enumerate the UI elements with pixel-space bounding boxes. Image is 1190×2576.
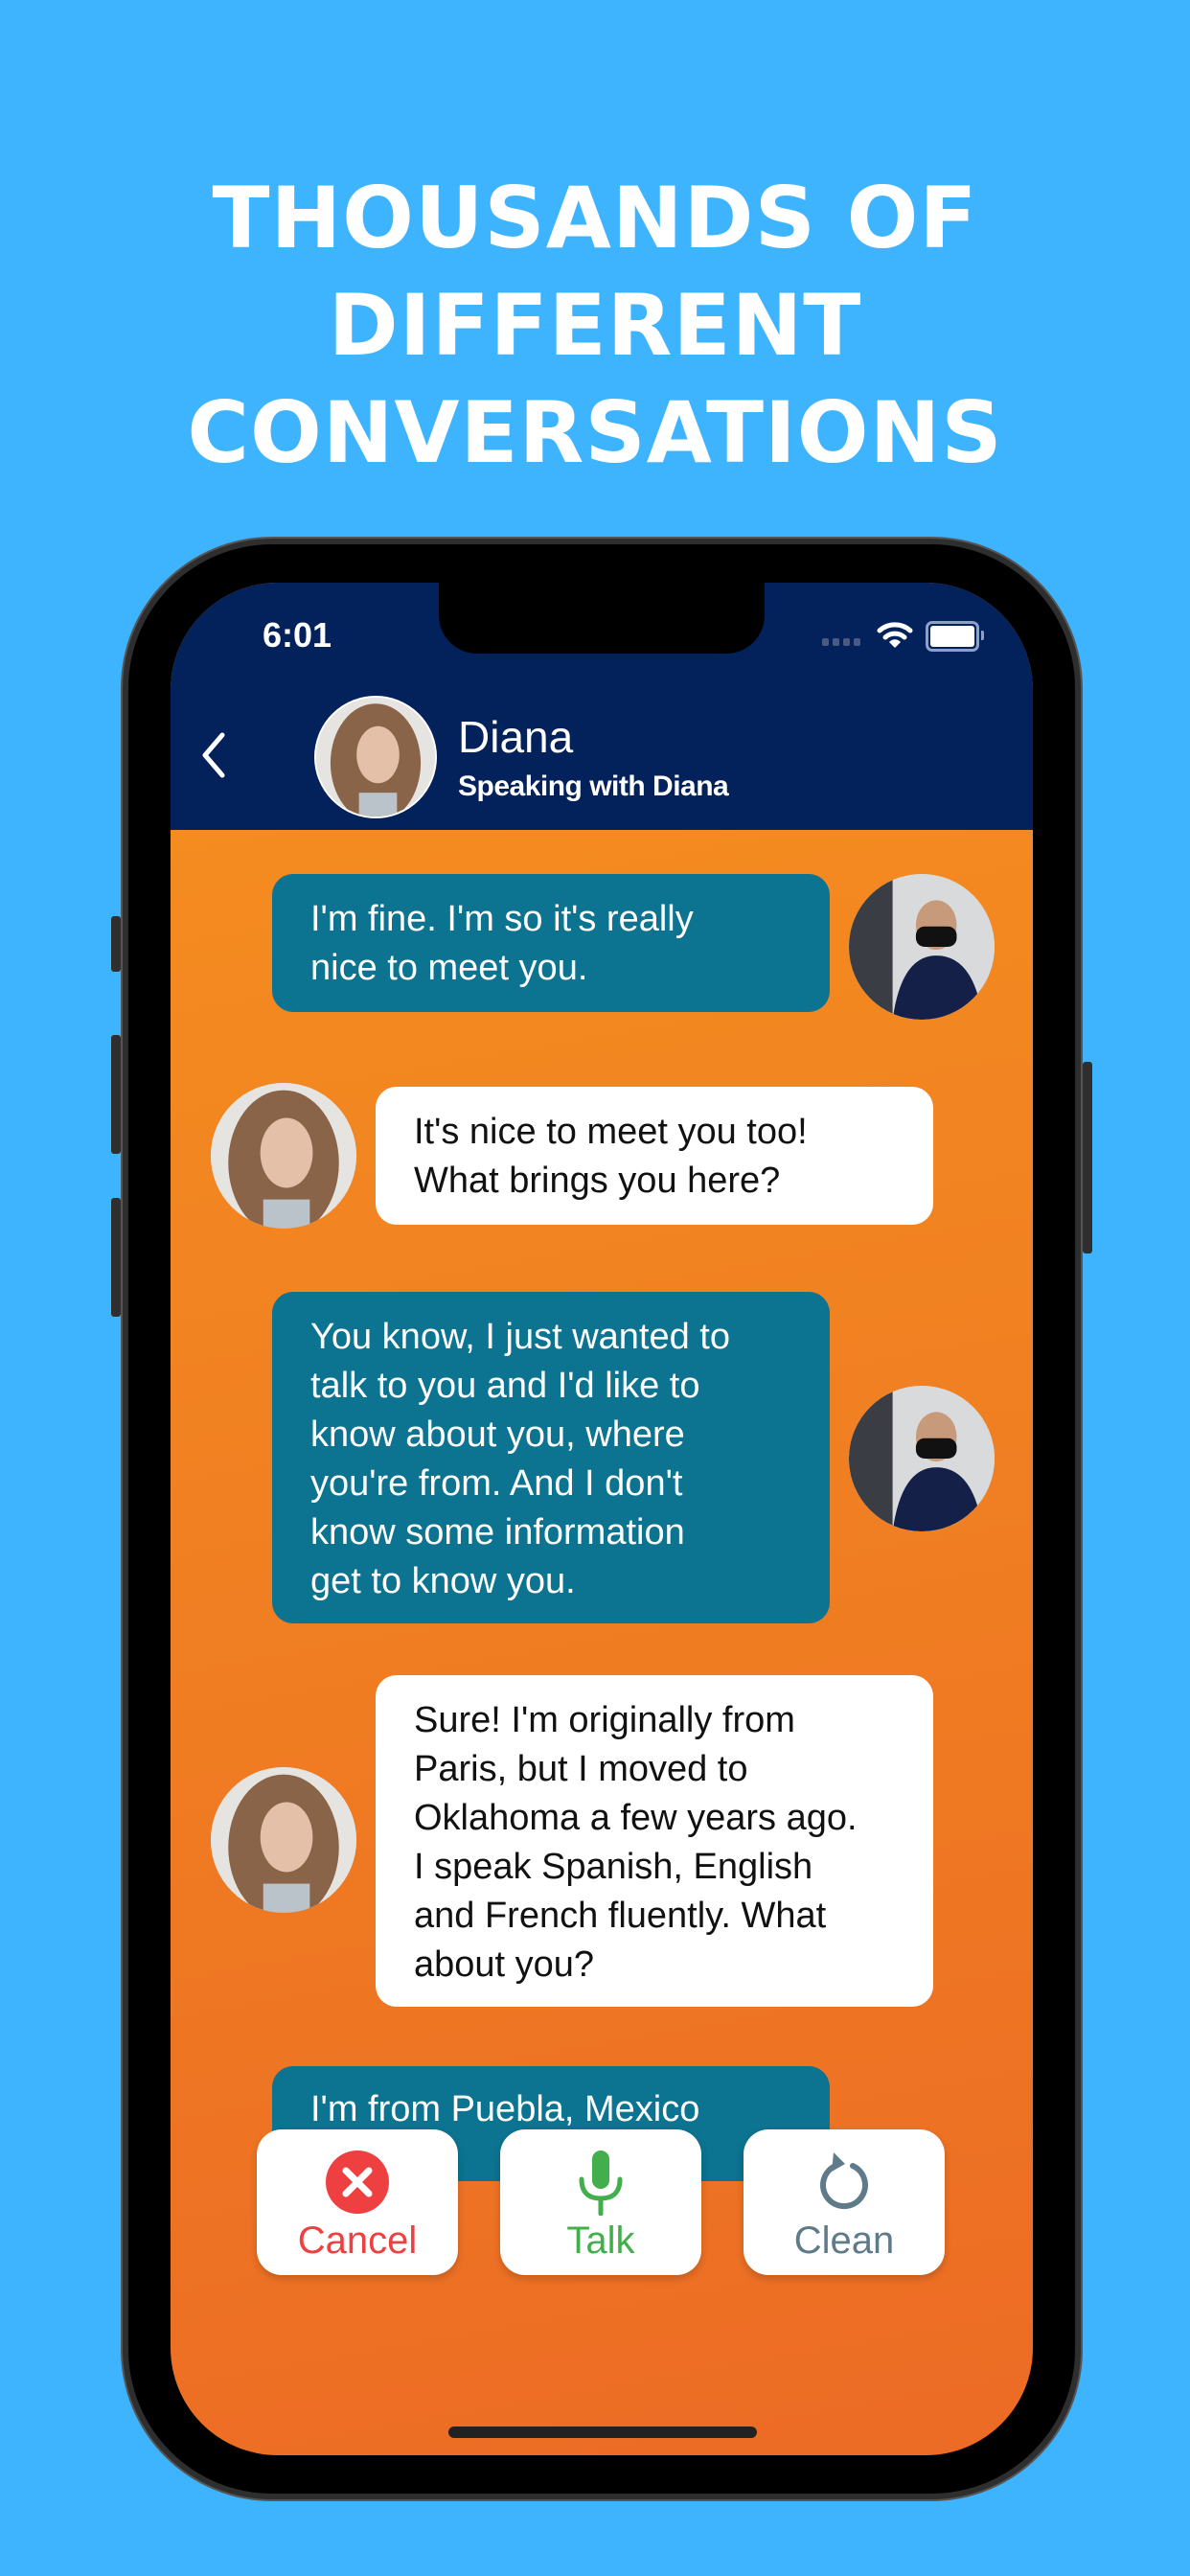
message-line: get to know you. (310, 1561, 576, 1601)
clean-button[interactable]: Clean (744, 2129, 945, 2275)
app-screen: 6:01 Diana Speaking with Diana I'm fine.… (171, 583, 1033, 2455)
message-line: I speak Spanish, English (414, 1847, 813, 1887)
clean-label: Clean (793, 2220, 895, 2262)
message-line: Oklahoma a few years ago. (414, 1798, 858, 1838)
woman-portrait-icon (211, 1767, 356, 1913)
message-line: you're from. And I don't (310, 1463, 683, 1504)
cancel-button[interactable]: Cancel (257, 2129, 458, 2275)
status-time: 6:01 (263, 615, 332, 655)
headline-line-1: THOUSANDS OF (212, 169, 978, 267)
message-line: You know, I just wanted to (310, 1317, 731, 1357)
contact-avatar-small (211, 1767, 356, 1913)
talk-button[interactable]: Talk (500, 2129, 701, 2275)
message-line: know some information (310, 1512, 685, 1552)
contact-avatar-small (211, 1083, 356, 1229)
message-line: I'm from Puebla, Mexico (310, 2089, 700, 2129)
chevron-left-icon (202, 732, 225, 778)
message-line: Sure! I'm originally from (414, 1700, 795, 1740)
cancel-label: Cancel (297, 2220, 418, 2262)
man-portrait-icon (849, 874, 995, 1020)
user-avatar (849, 1386, 995, 1531)
message-bubble-sent: I'm fine. I'm so it's really nice to mee… (272, 874, 830, 1012)
cellular-signal-icon (822, 638, 860, 646)
message-line: talk to you and I'd like to (310, 1366, 700, 1406)
home-indicator[interactable] (448, 2426, 757, 2438)
volume-down-button (111, 1198, 121, 1317)
battery-icon (926, 621, 984, 652)
message-bubble-sent: You know, I just wanted to talk to you a… (272, 1292, 830, 1623)
message-bubble-received: Sure! I'm originally from Paris, but I m… (376, 1675, 933, 2007)
silent-switch (111, 916, 121, 972)
man-portrait-icon (849, 1386, 995, 1531)
close-circle-icon (326, 2150, 389, 2214)
headline-line-3: CONVERSATIONS (187, 383, 1003, 482)
contact-avatar[interactable] (314, 696, 437, 818)
message-line: It's nice to meet you too! (414, 1112, 808, 1152)
contact-subtitle: Speaking with Diana (458, 770, 729, 802)
message-line: Paris, but I moved to (414, 1749, 748, 1789)
message-line: know about you, where (310, 1414, 685, 1455)
message-bubble-received: It's nice to meet you too! What brings y… (376, 1087, 933, 1225)
headline-line-2: DIFFERENT (328, 276, 862, 375)
wifi-icon (877, 622, 913, 648)
talk-label: Talk (566, 2220, 635, 2262)
phone-frame: 6:01 Diana Speaking with Diana I'm fine.… (111, 544, 1092, 2494)
action-bar: Cancel Talk Clean (257, 2129, 947, 2275)
back-button[interactable] (190, 726, 238, 784)
power-button (1083, 1062, 1092, 1254)
message-line: about you? (414, 1944, 595, 1985)
message-line: and French fluently. What (414, 1896, 827, 1936)
volume-up-button (111, 1035, 121, 1154)
woman-portrait-icon (211, 1083, 356, 1229)
promo-headline: THOUSANDS OF DIFFERENT CONVERSATIONS (0, 165, 1190, 487)
message-line: I'm fine. I'm so it's really (310, 899, 694, 939)
notch (439, 583, 765, 654)
microphone-icon (579, 2150, 623, 2216)
contact-name: Diana (458, 712, 574, 762)
message-line: nice to meet you. (310, 948, 588, 988)
refresh-icon (820, 2152, 868, 2209)
message-line: What brings you here? (414, 1161, 781, 1201)
user-avatar (849, 874, 995, 1020)
woman-portrait-icon (316, 698, 435, 816)
